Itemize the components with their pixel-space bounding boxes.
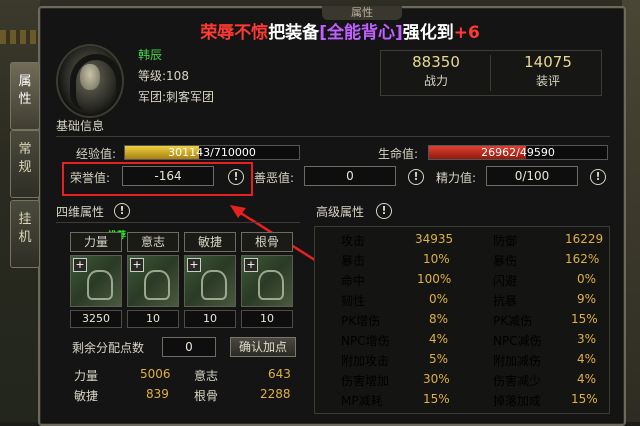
confirm-points-button[interactable]: 确认加点 (230, 337, 296, 357)
attr-value: 3250 (70, 310, 122, 328)
attr-value: 16229 (565, 232, 604, 246)
attr-value: 100% (417, 272, 452, 286)
table-row: 伤害增加 30% 伤害减少 4% (315, 369, 609, 389)
attr-head: 敏捷 (184, 232, 236, 252)
agility-icon: + (184, 255, 236, 307)
attr-value: 8% (429, 312, 449, 326)
attr-value: 4% (577, 352, 597, 366)
four-attr-title: 四维属性 (56, 205, 105, 219)
attr-key: 附加攻击 (341, 354, 390, 368)
attr-head: 根骨 (241, 232, 293, 252)
summary-label: 根骨 (194, 389, 219, 403)
attr-key: 暴击 (341, 254, 366, 268)
attr-value: 3% (577, 332, 597, 346)
table-row: 韧性 0% 抗暴 9% (315, 289, 609, 309)
attr-value: 4% (429, 332, 449, 346)
attr-column-will: 意志 + 10 (127, 232, 179, 328)
attr-key: 闪避 (493, 274, 518, 288)
remaining-points-field: 0 (162, 337, 216, 357)
attr-key: 附加减伤 (493, 354, 542, 368)
summary-value: 2288 (260, 387, 291, 401)
add-point-button[interactable]: + (73, 258, 87, 272)
attr-value: 15% (571, 392, 598, 406)
agility-glyph-icon (201, 270, 227, 300)
root-icon: + (241, 255, 293, 307)
advanced-attr-info-icon[interactable]: ! (376, 203, 392, 219)
attr-value: 15% (423, 392, 450, 406)
strength-glyph-icon (87, 270, 113, 300)
attr-key: 掉落加成 (493, 394, 542, 408)
attr-column-strength: 力量 + 3250 (70, 232, 122, 328)
table-row: 附加攻击 5% 附加减伤 4% (315, 349, 609, 369)
attr-value: 10% (423, 252, 450, 266)
attr-key: 暴伤 (493, 254, 518, 268)
divider (56, 222, 300, 223)
remaining-points-label: 剩余分配点数 (72, 341, 145, 355)
attr-key: 命中 (341, 274, 366, 288)
advanced-attr-table: 攻击 34935 防御 16229 暴击 10% 暴伤 162% 命中 100% 闪避 0% 韧性… (314, 226, 610, 414)
summary-value: 839 (146, 387, 169, 401)
attr-head: 意志 (127, 232, 179, 252)
summary-label: 力量 (74, 369, 99, 383)
attr-key: NPC增伤 (341, 334, 390, 348)
advanced-attr-title: 高级属性 (316, 205, 365, 219)
table-row: 攻击 34935 防御 16229 (315, 229, 609, 249)
summary-label: 意志 (194, 369, 219, 383)
table-row: MP减耗 15% 掉落加成 15% (315, 389, 609, 409)
attr-value: 10 (241, 310, 293, 328)
table-row: 命中 100% 闪避 0% (315, 269, 609, 289)
summary-value: 643 (268, 367, 291, 381)
attr-value: 10 (184, 310, 236, 328)
attr-value: 15% (571, 312, 598, 326)
add-point-button[interactable]: + (130, 258, 144, 272)
attr-key: NPC减伤 (493, 334, 542, 348)
attr-key: 攻击 (341, 234, 366, 248)
attr-value: 4% (577, 372, 597, 386)
will-icon: + (127, 255, 179, 307)
attr-key: 防御 (493, 234, 518, 248)
attr-value: 34935 (415, 232, 454, 246)
table-row: PK增伤 8% PK减伤 15% (315, 309, 609, 329)
root-glyph-icon (258, 270, 284, 300)
attr-key: PK增伤 (341, 314, 381, 328)
attr-value: 5% (429, 352, 449, 366)
attr-value: 0% (429, 292, 449, 306)
summary-label: 敏捷 (74, 389, 99, 403)
attr-value: 30% (423, 372, 450, 386)
add-point-button[interactable]: + (187, 258, 201, 272)
attr-value: 162% (565, 252, 600, 266)
attr-key: 抗暴 (493, 294, 518, 308)
table-row: 暴击 10% 暴伤 162% (315, 249, 609, 269)
attr-key: 伤害减少 (493, 374, 542, 388)
table-row: NPC增伤 4% NPC减伤 3% (315, 329, 609, 349)
attr-key: MP减耗 (341, 394, 383, 408)
attr-key: 伤害增加 (341, 374, 390, 388)
attr-value: 9% (577, 292, 597, 306)
add-point-button[interactable]: + (244, 258, 258, 272)
attr-column-agility: 敏捷 + 10 (184, 232, 236, 328)
attr-key: 韧性 (341, 294, 366, 308)
attr-head: 力量 (70, 232, 122, 252)
attr-value: 0% (577, 272, 597, 286)
attr-column-root: 根骨 + 10 (241, 232, 293, 328)
strength-icon: + (70, 255, 122, 307)
four-attr-info-icon[interactable]: ! (114, 203, 130, 219)
summary-value: 5006 (140, 367, 171, 381)
attr-key: PK减伤 (493, 314, 533, 328)
will-glyph-icon (144, 270, 170, 300)
attr-value: 10 (127, 310, 179, 328)
